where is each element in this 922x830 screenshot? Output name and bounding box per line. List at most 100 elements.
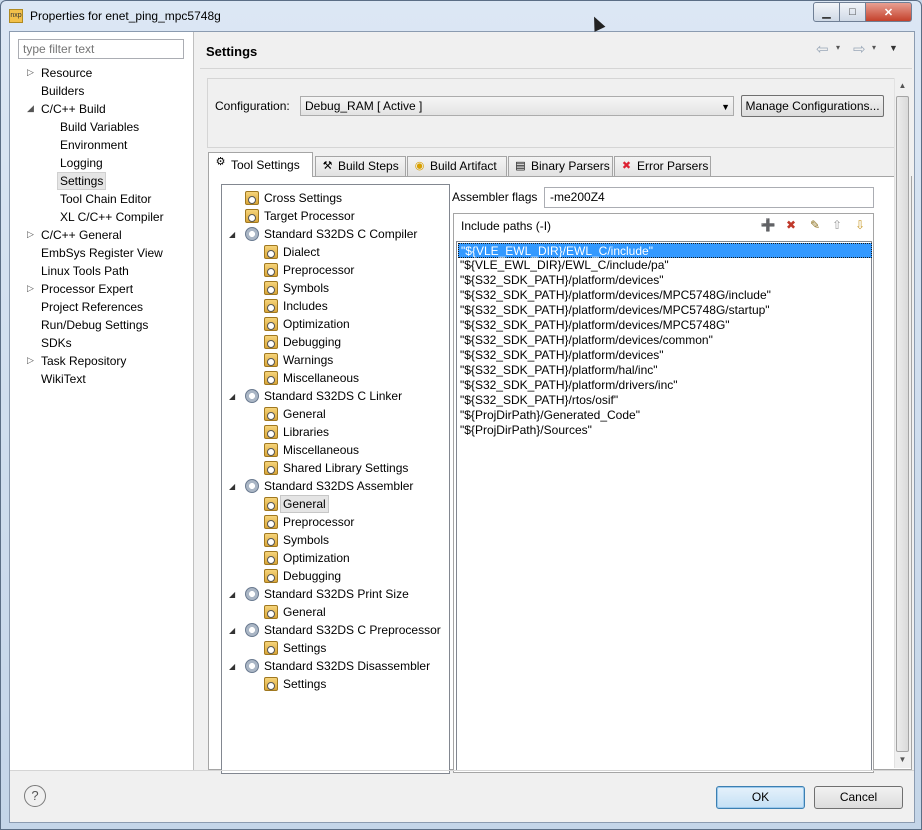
tool-tree-item[interactable]: Standard S32DS Assembler: [264, 477, 413, 495]
ok-button[interactable]: OK: [716, 786, 805, 809]
include-path-item[interactable]: "${VLE_EWL_DIR}/EWL_C/include": [458, 243, 872, 258]
nav-item-c-c-general[interactable]: C/C++ General: [41, 226, 122, 244]
close-button[interactable]: ✕: [865, 2, 912, 22]
expand-arrow-icon[interactable]: ▷: [27, 229, 37, 240]
chevron-down-icon[interactable]: ▼: [721, 98, 730, 116]
forward-arrow-icon[interactable]: ⇨: [853, 40, 866, 58]
tool-tree-item[interactable]: Target Processor: [264, 207, 355, 225]
nav-item-run-debug-settings[interactable]: Run/Debug Settings: [41, 316, 148, 334]
configuration-select[interactable]: Debug_RAM [ Active ] ▼: [300, 96, 734, 116]
nav-item-embsys-register-view[interactable]: EmbSys Register View: [41, 244, 163, 262]
collapse-arrow-icon[interactable]: ◢: [229, 482, 235, 491]
include-path-item[interactable]: "${VLE_EWL_DIR}/EWL_C/include/pa": [458, 258, 671, 273]
nav-item-builders[interactable]: Builders: [41, 82, 84, 100]
tab-binary-parsers[interactable]: ▤ Binary Parsers: [508, 156, 613, 176]
delete-icon[interactable]: ✖: [783, 217, 799, 233]
tool-tree-item[interactable]: Settings: [283, 639, 326, 657]
include-path-item[interactable]: "${ProjDirPath}/Sources": [458, 423, 594, 438]
tool-tree-item[interactable]: Cross Settings: [264, 189, 342, 207]
title-bar[interactable]: nxp Properties for enet_ping_mpc5748g ▁ …: [1, 1, 922, 31]
collapse-arrow-icon[interactable]: ◢: [27, 103, 37, 114]
tool-tree-item[interactable]: Symbols: [283, 531, 329, 549]
tool-tree-item[interactable]: Standard S32DS C Compiler: [264, 225, 417, 243]
tool-tree-item[interactable]: Preprocessor: [283, 261, 354, 279]
tool-tree-item[interactable]: General: [283, 603, 326, 621]
tool-tree-item[interactable]: Optimization: [283, 549, 350, 567]
tool-tree-item[interactable]: Symbols: [283, 279, 329, 297]
back-history-dropdown-icon[interactable]: ▾: [836, 43, 840, 52]
include-path-item[interactable]: "${S32_SDK_PATH}/platform/devices/MPC574…: [458, 318, 732, 333]
tool-tree-item[interactable]: General: [283, 405, 326, 423]
tool-tree-item[interactable]: Optimization: [283, 315, 350, 333]
tool-tree-item[interactable]: Preprocessor: [283, 513, 354, 531]
tool-tree-item[interactable]: Settings: [283, 675, 326, 693]
expand-arrow-icon[interactable]: ▷: [27, 67, 37, 78]
nav-item-tool-chain-editor[interactable]: Tool Chain Editor: [60, 190, 151, 208]
tool-tree-item[interactable]: Includes: [283, 297, 328, 315]
nav-item-project-references[interactable]: Project References: [41, 298, 143, 316]
nav-item-linux-tools-path[interactable]: Linux Tools Path: [41, 262, 129, 280]
tool-tree-item[interactable]: Shared Library Settings: [283, 459, 408, 477]
tab-build-steps[interactable]: ⚒ Build Steps: [315, 156, 406, 176]
help-button[interactable]: ?: [24, 785, 46, 807]
include-path-item[interactable]: "${S32_SDK_PATH}/platform/devices/common…: [458, 333, 715, 348]
manage-configurations-button[interactable]: Manage Configurations...: [741, 95, 884, 117]
tab-error-parsers[interactable]: ✖ Error Parsers: [614, 156, 711, 176]
back-arrow-icon[interactable]: ⇦: [816, 40, 829, 58]
expand-arrow-icon[interactable]: ▷: [27, 283, 37, 294]
scroll-down-icon[interactable]: ▼: [894, 752, 911, 768]
maximize-button[interactable]: □: [839, 2, 866, 22]
tool-tree-item[interactable]: Standard S32DS Disassembler: [264, 657, 430, 675]
expand-arrow-icon[interactable]: ▷: [27, 355, 37, 366]
minimize-button[interactable]: ▁: [813, 2, 840, 22]
tool-tree-item[interactable]: Debugging: [283, 333, 341, 351]
include-path-item[interactable]: "${ProjDirPath}/Generated_Code": [458, 408, 642, 423]
collapse-arrow-icon[interactable]: ◢: [229, 626, 235, 635]
move-up-icon[interactable]: ⇧: [829, 217, 845, 233]
tool-tree-item[interactable]: Standard S32DS Print Size: [264, 585, 409, 603]
nav-item-settings[interactable]: Settings: [57, 172, 107, 190]
nav-item-wikitext[interactable]: WikiText: [41, 370, 86, 388]
include-path-item[interactable]: "${S32_SDK_PATH}/rtos/osif": [458, 393, 620, 408]
include-path-item[interactable]: "${S32_SDK_PATH}/platform/devices": [458, 348, 666, 363]
nav-item-sdks[interactable]: SDKs: [41, 334, 72, 352]
collapse-arrow-icon[interactable]: ◢: [229, 392, 235, 401]
tab-build-artifact[interactable]: ◉ Build Artifact: [407, 156, 507, 176]
include-path-item[interactable]: "${S32_SDK_PATH}/platform/devices/MPC574…: [458, 303, 772, 318]
tool-tree-item[interactable]: Miscellaneous: [283, 369, 359, 387]
nav-item-xl-c-c-compiler[interactable]: XL C/C++ Compiler: [60, 208, 164, 226]
nav-item-build-variables[interactable]: Build Variables: [60, 118, 139, 136]
nav-item-logging[interactable]: Logging: [60, 154, 103, 172]
tool-tree-item[interactable]: Warnings: [283, 351, 333, 369]
scrollbar-thumb[interactable]: [896, 96, 909, 752]
tool-tree-item[interactable]: Dialect: [283, 243, 320, 261]
tab-tool-settings[interactable]: ⚙ Tool Settings: [208, 152, 313, 177]
include-path-item[interactable]: "${S32_SDK_PATH}/platform/devices": [458, 273, 666, 288]
move-down-icon[interactable]: ⇩: [852, 217, 868, 233]
collapse-arrow-icon[interactable]: ◢: [229, 662, 235, 671]
scroll-up-icon[interactable]: ▲: [894, 78, 911, 94]
assembler-flags-input[interactable]: -me200Z4: [544, 187, 874, 208]
nav-item-environment[interactable]: Environment: [60, 136, 127, 154]
nav-item-processor-expert[interactable]: Processor Expert: [41, 280, 133, 298]
forward-history-dropdown-icon[interactable]: ▾: [872, 43, 876, 52]
include-path-item[interactable]: "${S32_SDK_PATH}/platform/hal/inc": [458, 363, 660, 378]
include-path-item[interactable]: "${S32_SDK_PATH}/platform/drivers/inc": [458, 378, 680, 393]
tool-tree-item[interactable]: Standard S32DS C Linker: [264, 387, 402, 405]
cancel-button[interactable]: Cancel: [814, 786, 903, 809]
collapse-arrow-icon[interactable]: ◢: [229, 590, 235, 599]
tool-tree-item[interactable]: Miscellaneous: [283, 441, 359, 459]
edit-icon[interactable]: ✎: [807, 217, 823, 233]
nav-item-c-c-build[interactable]: C/C++ Build: [41, 100, 106, 118]
include-path-item[interactable]: "${S32_SDK_PATH}/platform/devices/MPC574…: [458, 288, 773, 303]
tool-tree-item[interactable]: Libraries: [283, 423, 329, 441]
collapse-arrow-icon[interactable]: ◢: [229, 230, 235, 239]
add-icon[interactable]: ➕: [760, 217, 776, 233]
filter-input[interactable]: [18, 39, 184, 59]
tool-tree-item[interactable]: General: [280, 495, 329, 513]
tool-tree-item[interactable]: Debugging: [283, 567, 341, 585]
tool-tree-item[interactable]: Standard S32DS C Preprocessor: [264, 621, 441, 639]
view-menu-icon[interactable]: ▼: [889, 43, 898, 53]
nav-item-resource[interactable]: Resource: [41, 64, 92, 82]
nav-item-task-repository[interactable]: Task Repository: [41, 352, 126, 370]
